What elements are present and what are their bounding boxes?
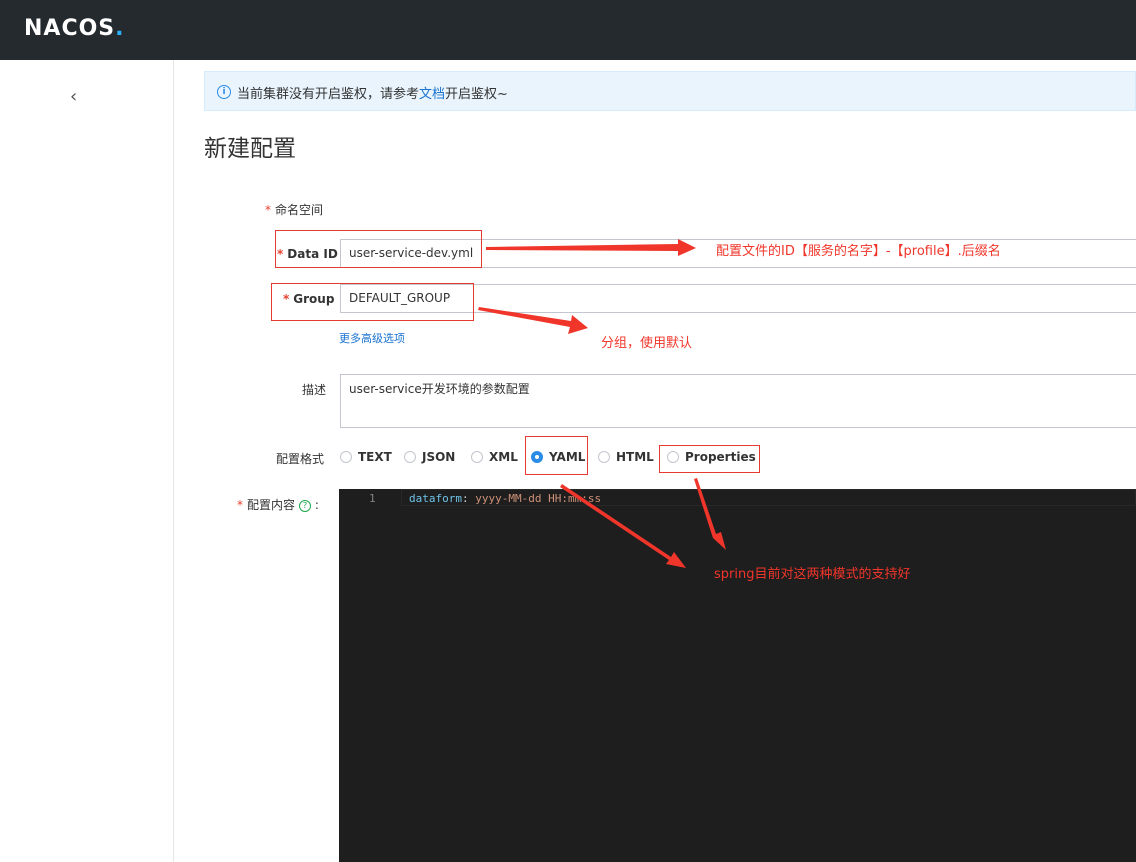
arrow-yaml [560, 484, 686, 568]
arrow-group [478, 307, 588, 334]
arrow-properties [694, 478, 726, 550]
annotation-group: 分组，使用默认 [601, 336, 693, 351]
annotation-format: spring目前对这两种模式的支持好 [714, 567, 911, 582]
annotation-dataid: 配置文件的ID【服务的名字】-【profile】.后缀名 [716, 244, 1001, 259]
arrow-dataid [486, 239, 696, 256]
annotation-arrows [478, 239, 726, 568]
